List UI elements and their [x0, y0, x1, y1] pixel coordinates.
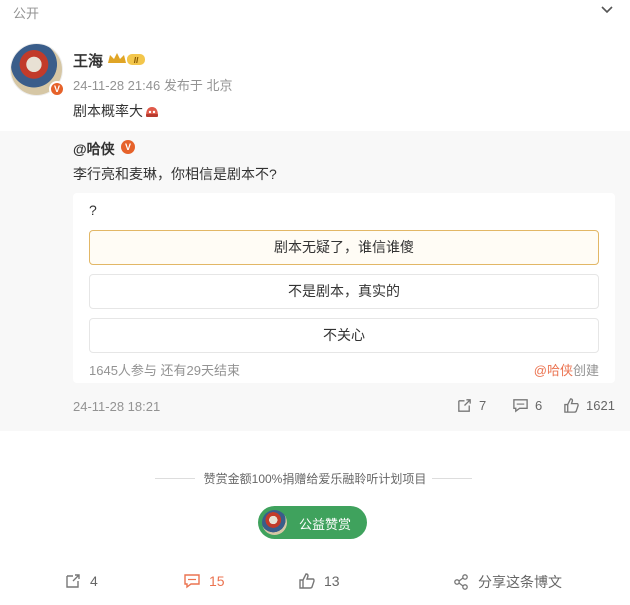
- poll-option[interactable]: 剧本无疑了，谁信谁傻: [89, 230, 599, 265]
- like-count: 13: [324, 573, 340, 589]
- author-name[interactable]: 王海: [73, 50, 103, 71]
- share-button[interactable]: 分享这条博文: [452, 572, 562, 592]
- repost-time[interactable]: 24-11-28 18:21: [73, 399, 160, 414]
- like-icon: [564, 398, 579, 413]
- repost-like-button[interactable]: 1621: [563, 397, 615, 414]
- like-button[interactable]: 13: [298, 572, 340, 590]
- repost-text: 李行亮和麦琳，你相信是剧本不?: [73, 166, 277, 182]
- reward-avatar: [262, 510, 287, 535]
- divider-right: [432, 478, 472, 479]
- poll-option[interactable]: 不是剧本，真实的: [89, 274, 599, 309]
- poll-card: ? 剧本无疑了，谁信谁傻 不是剧本，真实的 不关心 1645人参与 还有29天结…: [73, 193, 615, 383]
- emoji-icon: [146, 107, 158, 117]
- repost-icon: [66, 574, 80, 588]
- repost-comment-button[interactable]: 6: [512, 397, 542, 414]
- repost-count: 4: [90, 573, 98, 589]
- poll-creator-suffix: 创建: [572, 363, 599, 378]
- crown-icon: II: [108, 53, 145, 65]
- comment-icon: [513, 399, 528, 413]
- repost-repost-button[interactable]: 7: [456, 397, 486, 414]
- post-meta: 24-11-28 21:46 发布于 北京: [73, 78, 233, 93]
- reward-button-label: 公益赞赏: [299, 517, 352, 532]
- chevron-down-icon[interactable]: [600, 3, 614, 17]
- poll-creator-link[interactable]: @哈侠: [534, 363, 573, 378]
- reward-note: 赞赏金额100%捐赠给爱乐融聆听计划项目: [203, 472, 427, 486]
- like-icon: [299, 573, 315, 589]
- like-count: 1621: [586, 398, 615, 413]
- comment-count: 15: [209, 573, 225, 589]
- verified-badge: V: [121, 140, 135, 154]
- visibility-label: 公开: [13, 6, 40, 21]
- poll-creator: @哈侠创建: [534, 360, 599, 379]
- post-text: 剧本概率大: [73, 103, 143, 119]
- poll-stats: 1645人参与 还有29天结束: [89, 363, 240, 378]
- comment-button[interactable]: 15: [183, 572, 225, 590]
- top-bar: 公开: [0, 0, 630, 24]
- repost-icon: [458, 399, 471, 412]
- repost-button[interactable]: 4: [64, 572, 98, 590]
- repost-author[interactable]: @哈侠: [73, 139, 115, 159]
- repost-card: @哈侠 V 李行亮和麦琳，你相信是剧本不? ? 剧本无疑了，谁信谁傻 不是剧本，…: [0, 131, 630, 431]
- repost-count: 7: [479, 398, 487, 413]
- poll-option[interactable]: 不关心: [89, 318, 599, 353]
- verified-badge: V: [49, 81, 65, 97]
- poll-question: ?: [89, 202, 97, 218]
- post-author: V 王海 II 24-11-28 21:46 发布于 北京: [10, 40, 620, 100]
- post-body: 剧本概率大: [73, 101, 160, 121]
- comment-count: 6: [535, 398, 543, 413]
- share-label: 分享这条博文: [478, 574, 562, 590]
- share-icon: [454, 574, 468, 590]
- level-badge: II: [134, 56, 139, 65]
- comment-icon: [184, 574, 200, 589]
- reward-button[interactable]: 公益赞赏: [258, 506, 367, 539]
